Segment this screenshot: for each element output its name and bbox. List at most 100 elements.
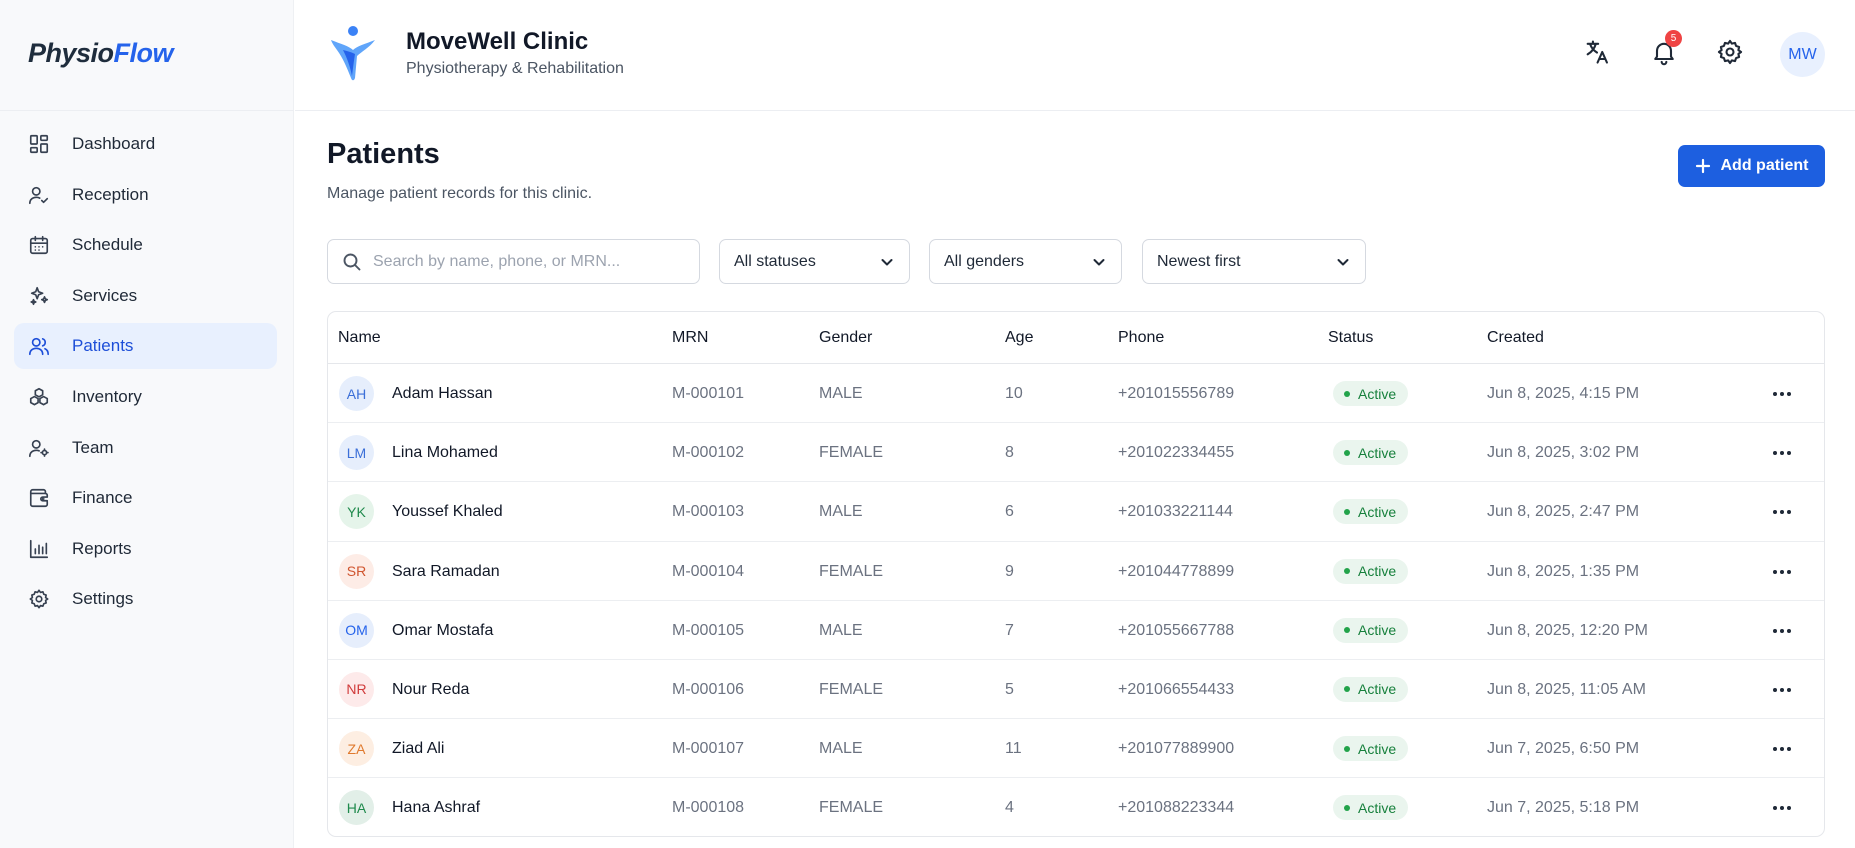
patient-avatar: AH <box>339 376 374 411</box>
notifications-button[interactable]: 5 <box>1650 30 1682 66</box>
status-badge: Active <box>1333 676 1409 702</box>
patient-age: 6 <box>1005 503 1014 521</box>
row-actions-button[interactable] <box>1770 619 1794 643</box>
status-filter-select[interactable]: All statuses <box>719 239 910 284</box>
search-input[interactable] <box>373 252 693 271</box>
patient-avatar: NR <box>339 671 374 707</box>
sidebar-item-services[interactable]: Services <box>14 273 277 319</box>
status-badge: Active <box>1333 381 1409 406</box>
more-horizontal-icon <box>1773 510 1791 515</box>
status-badge: Active <box>1333 617 1409 643</box>
chevron-down-icon <box>1093 258 1105 265</box>
sidebar-item-label: Reception <box>72 184 149 204</box>
users-icon <box>29 338 49 356</box>
patient-name[interactable]: Youssef Khaled <box>392 482 503 541</box>
table-row[interactable]: LM Lina Mohamed M-000102 FEMALE 8 +2010223344… <box>328 423 1824 483</box>
patient-mrn: M-000101 <box>672 385 745 402</box>
patient-gender: FEMALE <box>819 562 884 580</box>
patient-name[interactable]: Sara Ramadan <box>392 542 500 601</box>
patient-avatar: LM <box>339 435 374 471</box>
sidebar-divider <box>0 110 294 111</box>
table-row[interactable]: NR Nour Reda M-000106 FEMALE 5 +201066554433 A… <box>328 660 1824 720</box>
column-header-gender[interactable]: Gender <box>819 312 872 364</box>
row-actions-button[interactable] <box>1770 737 1794 761</box>
wallet-icon <box>29 489 49 508</box>
user-cog-icon <box>29 439 49 457</box>
sidebar-item-label: Finance <box>72 488 133 508</box>
patient-mrn: M-000105 <box>672 621 745 639</box>
gender-filter-select[interactable]: All genders <box>929 239 1122 284</box>
patient-name[interactable]: Omar Mostafa <box>392 601 493 660</box>
brand-logo[interactable]: PhysioFlow <box>28 38 174 69</box>
patient-name[interactable]: Hana Ashraf <box>392 778 480 836</box>
column-header-phone[interactable]: Phone <box>1118 312 1164 364</box>
sidebar-item-settings[interactable]: Settings <box>14 576 277 622</box>
table-row[interactable]: ZA Ziad Ali M-000107 MALE 11 +201077889900 Act… <box>328 719 1824 779</box>
patient-name[interactable]: Nour Reda <box>392 660 469 719</box>
sidebar-item-inventory[interactable]: Inventory <box>14 374 277 420</box>
chevron-down-icon <box>1337 258 1349 265</box>
patient-created: Jun 8, 2025, 11:05 AM <box>1487 680 1646 698</box>
row-actions-button[interactable] <box>1770 796 1794 820</box>
settings-button[interactable] <box>1716 38 1744 66</box>
sort-value: Newest first <box>1157 252 1241 270</box>
sidebar-item-dashboard[interactable]: Dashboard <box>14 121 277 167</box>
more-horizontal-icon <box>1773 392 1791 396</box>
patient-avatar: ZA <box>339 731 374 767</box>
patient-mrn: M-000102 <box>672 444 745 462</box>
table-row[interactable]: HA Hana Ashraf M-000108 FEMALE 4 +20108822334… <box>328 778 1824 836</box>
patient-phone: +201015556789 <box>1118 385 1235 402</box>
search-icon <box>343 253 361 270</box>
search-box <box>327 239 700 284</box>
language-button[interactable] <box>1583 38 1611 66</box>
patient-avatar: SR <box>339 553 374 589</box>
column-header-age[interactable]: Age <box>1005 312 1033 364</box>
status-label: Active <box>1358 444 1397 461</box>
status-dot <box>1344 745 1350 752</box>
sort-select[interactable]: Newest first <box>1142 239 1366 284</box>
add-patient-label: Add patient <box>1720 157 1809 174</box>
sidebar-item-label: Team <box>72 437 114 457</box>
bar-chart-icon <box>29 539 49 558</box>
status-label: Active <box>1358 799 1397 816</box>
patient-name[interactable]: Ziad Ali <box>392 719 444 778</box>
row-actions-button[interactable] <box>1770 441 1794 465</box>
plus-icon <box>1695 158 1710 174</box>
patient-mrn: M-000104 <box>672 562 745 580</box>
more-horizontal-icon <box>1773 569 1791 574</box>
more-horizontal-icon <box>1773 628 1791 633</box>
column-header-status[interactable]: Status <box>1328 312 1373 364</box>
row-actions-button[interactable] <box>1770 500 1794 524</box>
patient-name[interactable]: Lina Mohamed <box>392 423 498 482</box>
sidebar-item-finance[interactable]: Finance <box>14 475 277 521</box>
column-header-name[interactable]: Name <box>338 312 381 364</box>
table-row[interactable]: AH Adam Hassan M-000101 MALE 10 +201015556789… <box>328 364 1824 424</box>
sidebar-item-schedule[interactable]: Schedule <box>14 222 277 268</box>
patient-age: 8 <box>1005 444 1014 462</box>
sidebar-item-patients[interactable]: Patients <box>14 323 277 370</box>
column-header-created[interactable]: Created <box>1487 312 1544 364</box>
patient-name[interactable]: Adam Hassan <box>392 364 493 423</box>
status-dot <box>1344 390 1350 397</box>
patient-mrn: M-000107 <box>672 740 745 758</box>
patient-created: Jun 8, 2025, 4:15 PM <box>1487 385 1640 402</box>
add-patient-button[interactable]: Add patient <box>1678 145 1825 187</box>
table-body: AH Adam Hassan M-000101 MALE 10 +201015556789… <box>328 364 1824 836</box>
patient-mrn: M-000106 <box>672 680 745 698</box>
patient-gender: MALE <box>819 621 863 639</box>
more-horizontal-icon <box>1773 687 1791 692</box>
column-header-mrn[interactable]: MRN <box>672 312 708 364</box>
sidebar-item-team[interactable]: Team <box>14 425 277 471</box>
table-row[interactable]: SR Sara Ramadan M-000104 FEMALE 9 +2010447788… <box>328 542 1824 601</box>
table-row[interactable]: YK Youssef Khaled M-000103 MALE 6 +2010332211… <box>328 482 1824 542</box>
sidebar-item-reception[interactable]: Reception <box>14 172 277 218</box>
row-actions-button[interactable] <box>1770 560 1794 584</box>
status-label: Active <box>1358 681 1397 698</box>
table-row[interactable]: OM Omar Mostafa M-000105 MALE 7 +201055667788… <box>328 601 1824 660</box>
sidebar-item-reports[interactable]: Reports <box>14 526 277 572</box>
row-actions-button[interactable] <box>1770 678 1794 702</box>
patient-created: Jun 7, 2025, 6:50 PM <box>1487 740 1640 758</box>
user-avatar[interactable]: MW <box>1780 32 1825 77</box>
row-actions-button[interactable] <box>1770 382 1794 406</box>
patient-phone: +201044778899 <box>1118 562 1235 580</box>
